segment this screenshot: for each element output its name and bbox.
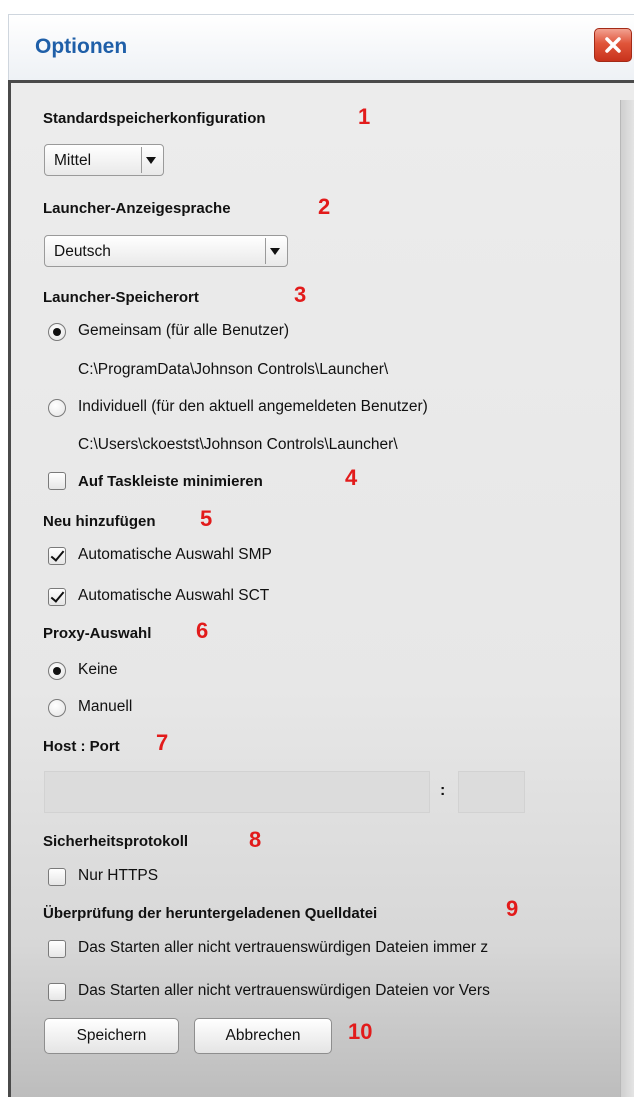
minimize-taskbar-label: Auf Taskleiste minimieren	[78, 473, 263, 490]
https-only-label: Nur HTTPS	[78, 867, 159, 884]
memory-config-heading: Standardspeicherkonfiguration	[43, 110, 266, 127]
https-only-checkbox[interactable]	[48, 868, 66, 886]
auto-select-smp-checkbox[interactable]	[48, 547, 66, 565]
scrollbar-track[interactable]	[620, 100, 634, 1097]
proxy-manual-radio[interactable]	[48, 699, 66, 717]
annotation-2: 2	[318, 194, 331, 219]
annotation-4: 4	[345, 465, 358, 490]
chevron-down-icon	[141, 147, 159, 173]
display-language-value: Deutsch	[54, 243, 111, 260]
auto-select-smp-label: Automatische Auswahl SMP	[78, 546, 272, 563]
file-verification-heading: Überprüfung der heruntergeladenen Quelld…	[43, 905, 378, 922]
location-shared-radio[interactable]	[48, 323, 66, 341]
annotation-10: 10	[348, 1019, 373, 1044]
location-individual-radio[interactable]	[48, 399, 66, 417]
launcher-location-heading: Launcher-Speicherort	[43, 289, 199, 306]
save-button[interactable]: Speichern	[44, 1018, 179, 1054]
location-shared-path: C:\ProgramData\Johnson Controls\Launcher…	[78, 361, 389, 378]
proxy-heading: Proxy-Auswahl	[43, 625, 152, 642]
minimize-taskbar-checkbox[interactable]	[48, 472, 66, 490]
chevron-down-icon	[265, 238, 283, 264]
location-individual-path: C:\Users\ckoestst\Johnson Controls\Launc…	[78, 436, 398, 453]
verify-before-checkbox[interactable]	[48, 983, 66, 1001]
proxy-manual-label: Manuell	[78, 698, 133, 715]
dialog-title: Optionen	[35, 35, 128, 58]
memory-config-value: Mittel	[54, 152, 92, 169]
location-individual-label: Individuell (für den aktuell angemeldete…	[78, 398, 428, 415]
close-icon	[605, 37, 621, 53]
auto-select-sct-label: Automatische Auswahl SCT	[78, 587, 270, 604]
proxy-none-radio[interactable]	[48, 662, 66, 680]
verify-before-label: Das Starten aller nicht vertrauenswürdig…	[78, 982, 490, 999]
host-port-separator: :	[440, 782, 446, 799]
options-dialog: Optionen Standardspeicherkonfiguration 1…	[0, 0, 634, 1097]
annotation-3: 3	[294, 282, 307, 307]
memory-config-select[interactable]: Mittel	[44, 144, 164, 176]
display-language-select[interactable]: Deutsch	[44, 235, 288, 267]
title-bar: Optionen	[8, 14, 634, 80]
cancel-button[interactable]: Abbrechen	[194, 1018, 332, 1054]
auto-select-sct-checkbox[interactable]	[48, 588, 66, 606]
annotation-6: 6	[196, 618, 209, 643]
host-input[interactable]	[44, 771, 430, 813]
port-input[interactable]	[458, 771, 525, 813]
annotation-7: 7	[156, 730, 169, 755]
host-port-heading: Host : Port	[43, 738, 120, 755]
add-new-heading: Neu hinzufügen	[43, 513, 156, 530]
security-protocol-heading: Sicherheitsprotokoll	[43, 833, 189, 850]
location-shared-label: Gemeinsam (für alle Benutzer)	[78, 322, 290, 339]
annotation-8: 8	[249, 827, 262, 852]
proxy-none-label: Keine	[78, 661, 118, 678]
display-language-heading: Launcher-Anzeigesprache	[43, 200, 231, 217]
annotation-1: 1	[358, 104, 371, 129]
close-button[interactable]	[594, 28, 632, 62]
annotation-9: 9	[506, 896, 519, 921]
annotation-5: 5	[200, 506, 213, 531]
verify-always-checkbox[interactable]	[48, 940, 66, 958]
verify-always-label: Das Starten aller nicht vertrauenswürdig…	[78, 939, 489, 956]
